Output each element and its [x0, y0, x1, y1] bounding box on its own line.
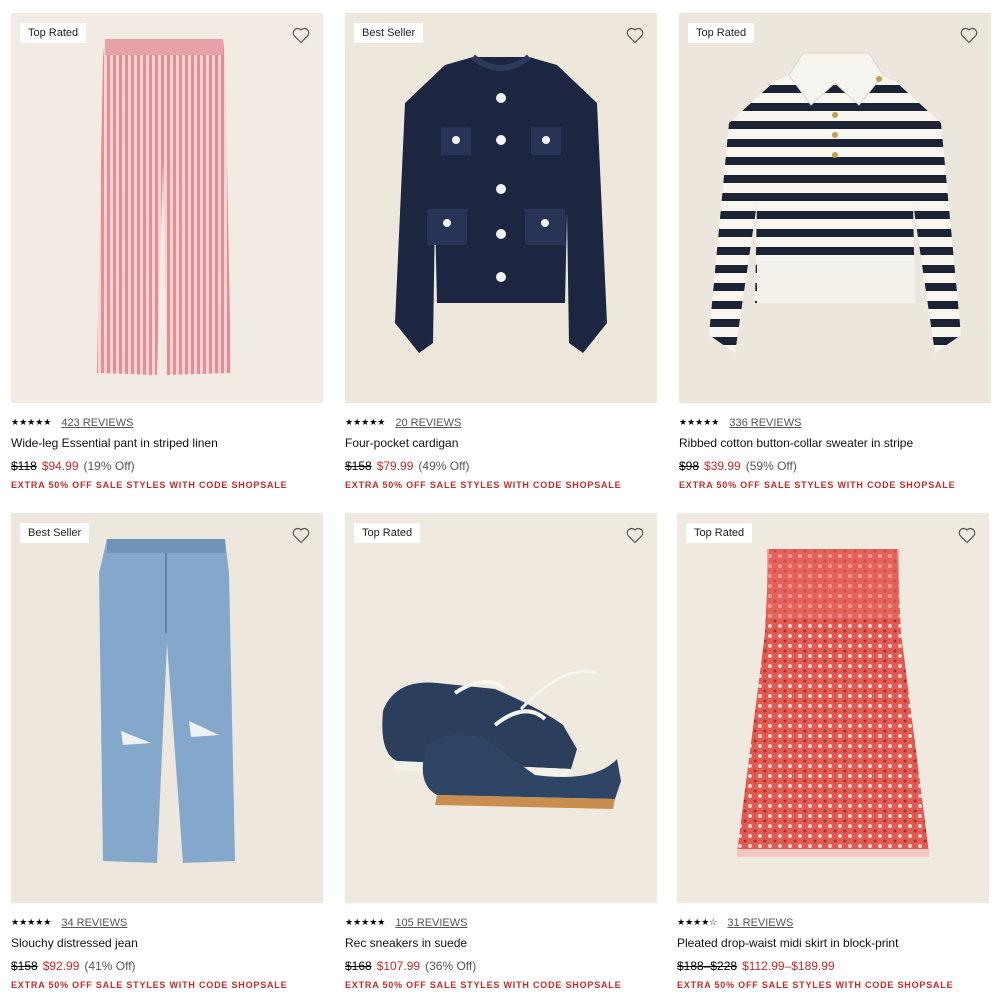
heart-outline-icon[interactable]: [291, 525, 311, 545]
product-title[interactable]: Four-pocket cardigan: [345, 436, 657, 450]
badge-label: Top Rated: [354, 523, 421, 543]
heart-outline-icon[interactable]: [625, 525, 645, 545]
rating-row: ★★★★★ 20 REVIEWS: [345, 415, 657, 431]
promo-text: EXTRA 50% OFF SALE STYLES WITH CODE SHOP…: [11, 980, 288, 990]
price-row: $158 $92.99 (41% Off): [11, 959, 323, 973]
heart-outline-icon[interactable]: [625, 25, 645, 45]
badge-label: Top Rated: [688, 23, 755, 43]
discount-percent: (36% Off): [425, 959, 477, 973]
star-rating: ★★★★★: [11, 418, 52, 428]
product-title[interactable]: Wide-leg Essential pant in striped linen: [11, 436, 323, 450]
badge-label: Best Seller: [20, 523, 90, 543]
price-row: $98 $39.99 (59% Off): [679, 459, 991, 473]
original-price: $98: [679, 459, 700, 473]
product-photo-jeans: [11, 513, 323, 903]
price-row: $168 $107.99 (36% Off): [345, 959, 657, 973]
reviews-link[interactable]: 20 REVIEWS: [395, 417, 461, 429]
reviews-link[interactable]: 423 REVIEWS: [61, 417, 133, 429]
promo-text: EXTRA 50% OFF SALE STYLES WITH CODE SHOP…: [345, 480, 622, 490]
sale-price: $92.99: [42, 959, 80, 973]
product-title[interactable]: Rec sneakers in suede: [345, 936, 657, 950]
heart-outline-icon[interactable]: [957, 525, 977, 545]
sale-price: $39.99: [704, 459, 741, 473]
product-photo-cardigan: [345, 13, 657, 403]
heart-outline-icon[interactable]: [959, 25, 979, 45]
star-rating: ★★★★★: [345, 918, 386, 928]
badge-label: Top Rated: [20, 23, 87, 43]
promo-text: EXTRA 50% OFF SALE STYLES WITH CODE SHOP…: [11, 480, 288, 490]
price-row: $188–$228 $112.99–$189.99: [677, 959, 989, 973]
discount-percent: (41% Off): [84, 959, 136, 973]
original-price: $168: [345, 959, 372, 973]
original-price: $158: [11, 959, 38, 973]
promo-text: EXTRA 50% OFF SALE STYLES WITH CODE SHOP…: [677, 980, 954, 990]
product-image[interactable]: Top Rated: [11, 13, 323, 403]
rating-row: ★★★★★ 423 REVIEWS: [11, 415, 323, 431]
product-title[interactable]: Pleated drop-waist midi skirt in block-p…: [677, 936, 989, 950]
discount-percent: (49% Off): [418, 459, 470, 473]
sale-price: $107.99: [376, 959, 421, 973]
reviews-link[interactable]: 34 REVIEWS: [61, 917, 127, 929]
reviews-link[interactable]: 336 REVIEWS: [729, 417, 801, 429]
product-card[interactable]: Best Seller ★★★★★ 20 REVIEWS Four-pocket…: [345, 13, 657, 490]
product-photo-pants: [11, 13, 323, 403]
product-card[interactable]: Top Rated ★★★★☆ 31 REVIEWS Pleated drop-…: [677, 513, 989, 990]
rating-row: ★★★★★ 336 REVIEWS: [679, 415, 991, 431]
product-card[interactable]: Top Rated ★★★★★ 105 REVIEWS Rec sneakers…: [345, 513, 657, 990]
rating-row: ★★★★☆ 31 REVIEWS: [677, 915, 989, 931]
product-title[interactable]: Ribbed cotton button-collar sweater in s…: [679, 436, 991, 450]
star-rating: ★★★★★: [679, 418, 720, 428]
discount-percent: (19% Off): [83, 459, 135, 473]
product-photo-sweater: [679, 13, 991, 403]
price-row: $158 $79.99 (49% Off): [345, 459, 657, 473]
star-rating: ★★★★★: [11, 918, 52, 928]
sale-price: $112.99–$189.99: [742, 959, 835, 973]
product-photo-skirt: [677, 513, 989, 903]
promo-text: EXTRA 50% OFF SALE STYLES WITH CODE SHOP…: [345, 980, 622, 990]
original-price: $118: [11, 459, 37, 473]
product-image[interactable]: Best Seller: [345, 13, 657, 403]
product-title[interactable]: Slouchy distressed jean: [11, 936, 323, 950]
product-photo-sneakers: [345, 513, 657, 903]
sale-price: $79.99: [376, 459, 414, 473]
badge-label: Top Rated: [686, 523, 753, 543]
reviews-link[interactable]: 105 REVIEWS: [395, 917, 467, 929]
product-image[interactable]: Best Seller: [11, 513, 323, 903]
product-image[interactable]: Top Rated: [345, 513, 657, 903]
product-image[interactable]: Top Rated: [679, 13, 991, 403]
discount-percent: (59% Off): [745, 459, 797, 473]
star-rating: ★★★★★: [345, 418, 386, 428]
original-price: $188–$228: [677, 959, 738, 973]
sale-price: $94.99: [41, 459, 79, 473]
product-image[interactable]: Top Rated: [677, 513, 989, 903]
product-card[interactable]: Best Seller ★★★★★ 34 REVIEWS Slouchy dis…: [11, 513, 323, 990]
rating-row: ★★★★★ 105 REVIEWS: [345, 915, 657, 931]
rating-row: ★★★★★ 34 REVIEWS: [11, 915, 323, 931]
product-card[interactable]: Top Rated ★★★★★ 336 REVIEWS Ribbed cotto…: [679, 13, 991, 490]
product-card[interactable]: Top Rated ★★★★★ 423 REVIEWS Wide-leg Ess…: [11, 13, 323, 490]
star-rating: ★★★★☆: [677, 918, 718, 928]
badge-label: Best Seller: [354, 23, 424, 43]
reviews-link[interactable]: 31 REVIEWS: [727, 917, 793, 929]
heart-outline-icon[interactable]: [291, 25, 311, 45]
promo-text: EXTRA 50% OFF SALE STYLES WITH CODE SHOP…: [679, 480, 956, 490]
original-price: $158: [345, 459, 372, 473]
price-row: $118 $94.99 (19% Off): [11, 459, 323, 473]
